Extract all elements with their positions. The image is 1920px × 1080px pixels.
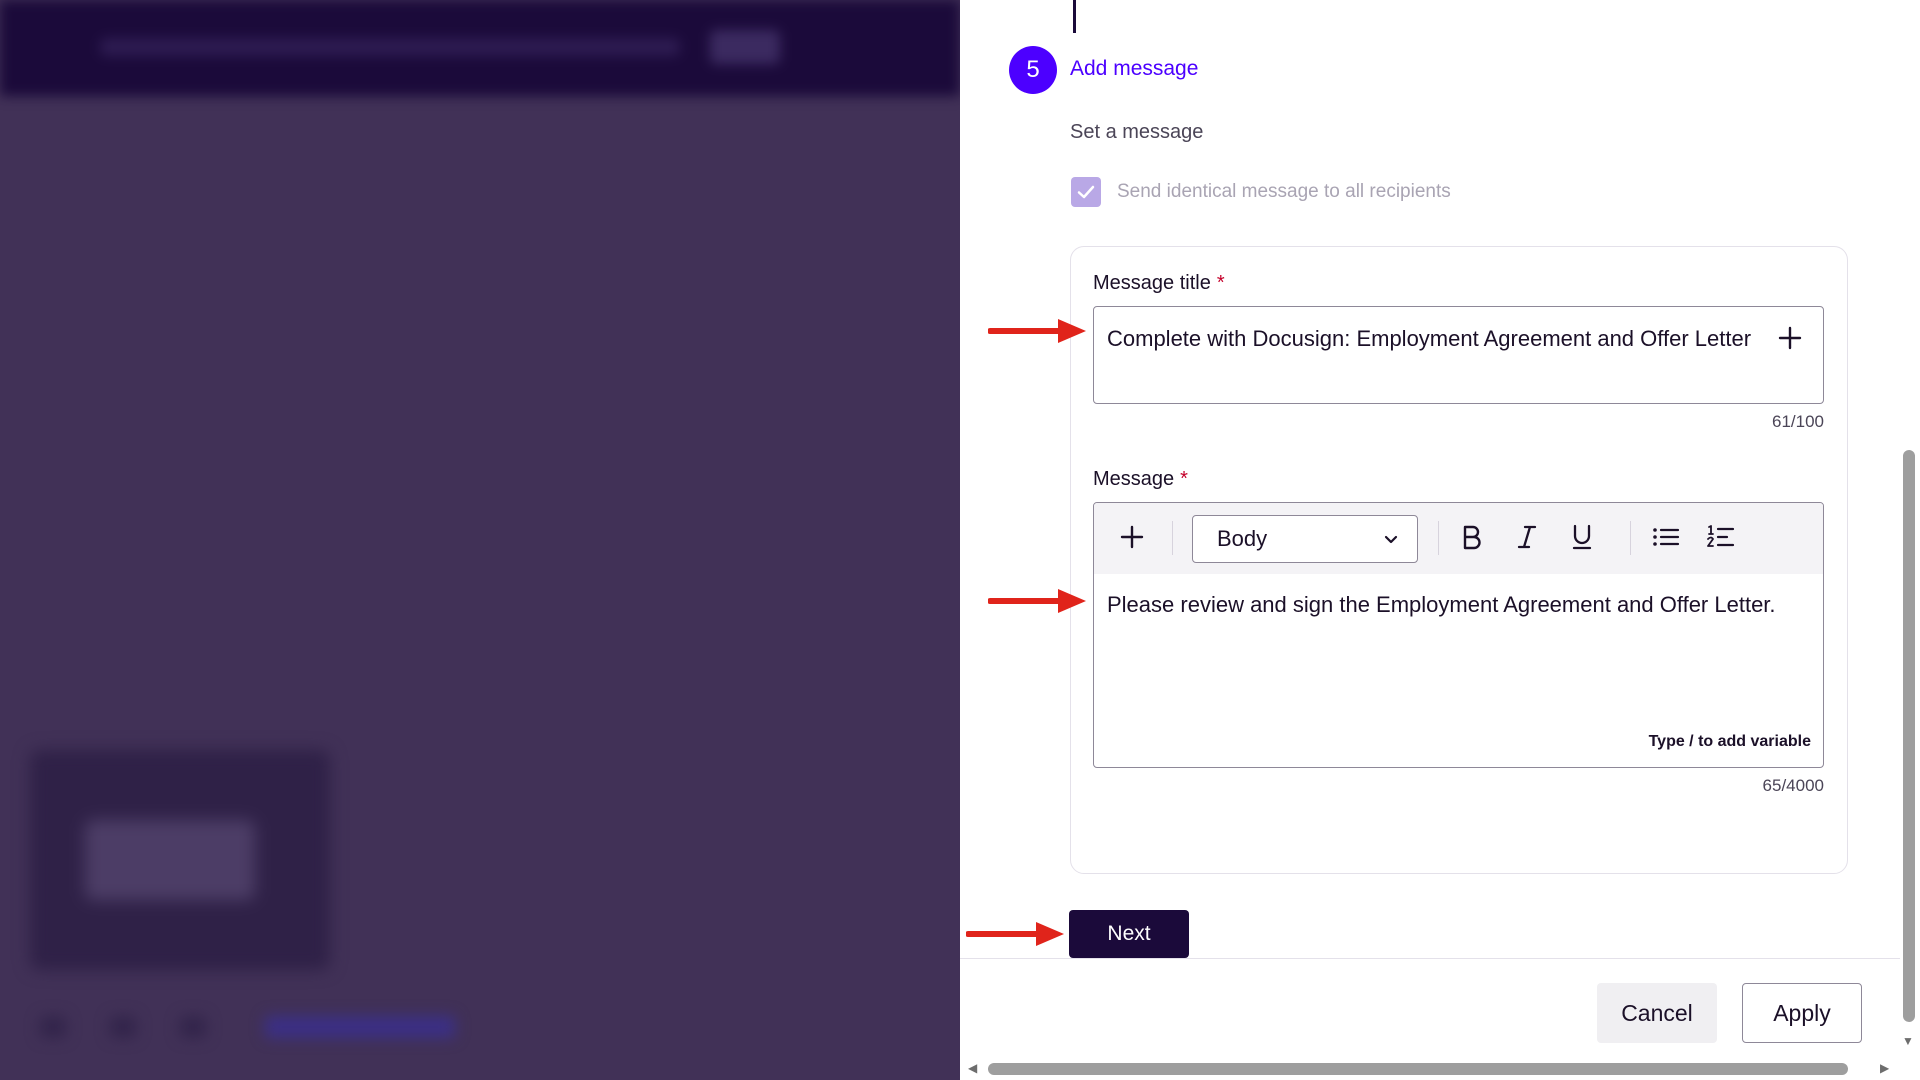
message-title-input[interactable]: Complete with Docusign: Employment Agree… bbox=[1093, 306, 1824, 404]
insert-button[interactable] bbox=[1114, 519, 1150, 555]
insert-variable-button[interactable] bbox=[1772, 320, 1808, 356]
scroll-left-arrow-icon[interactable]: ◀ bbox=[968, 1061, 977, 1075]
annotation-arrow-icon bbox=[966, 922, 1064, 946]
italic-icon bbox=[1517, 525, 1537, 549]
message-label: Message * bbox=[1093, 468, 1188, 490]
toolbar-divider bbox=[1630, 521, 1631, 555]
bulleted-list-icon bbox=[1653, 528, 1680, 546]
text-style-value: Body bbox=[1217, 526, 1268, 551]
bold-button[interactable] bbox=[1454, 519, 1490, 555]
message-counter: 65/4000 bbox=[1762, 776, 1824, 795]
background-card bbox=[30, 750, 330, 970]
message-title-label: Message title * bbox=[1093, 272, 1225, 294]
footer-divider bbox=[960, 958, 1900, 959]
required-mark: * bbox=[1180, 468, 1188, 490]
toolbar-divider bbox=[1172, 521, 1173, 555]
checkmark-icon bbox=[1077, 185, 1095, 199]
step-number-badge: 5 bbox=[1009, 46, 1057, 94]
text-style-select[interactable]: Body bbox=[1192, 515, 1418, 563]
vertical-scroll-thumb[interactable] bbox=[1903, 450, 1915, 1022]
message-editor: Body Please review and sign the Employme… bbox=[1093, 502, 1824, 768]
chevron-down-icon bbox=[1384, 535, 1398, 544]
background-header bbox=[0, 0, 960, 96]
section-subtitle: Set a message bbox=[1070, 121, 1204, 143]
numbered-list-icon bbox=[1707, 525, 1735, 547]
bold-icon bbox=[1463, 525, 1481, 550]
italic-button[interactable] bbox=[1509, 519, 1545, 555]
background-button bbox=[710, 30, 780, 64]
annotation-arrow-icon bbox=[988, 319, 1086, 343]
annotation-arrow-icon bbox=[988, 589, 1086, 613]
message-title-counter: 61/100 bbox=[1772, 412, 1824, 431]
background-app bbox=[0, 0, 960, 1080]
identical-message-label: Send identical message to all recipients bbox=[1117, 181, 1451, 202]
horizontal-scroll-thumb[interactable] bbox=[988, 1063, 1848, 1075]
step-title: Add message bbox=[1070, 57, 1199, 80]
variable-hint: Type / to add variable bbox=[1648, 733, 1811, 750]
step-connector-line bbox=[1073, 0, 1076, 33]
apply-button[interactable]: Apply bbox=[1742, 983, 1862, 1043]
message-body-text[interactable]: Please review and sign the Employment Ag… bbox=[1107, 587, 1797, 623]
toolbar-divider bbox=[1438, 521, 1439, 555]
identical-message-checkbox[interactable] bbox=[1071, 177, 1101, 207]
bulleted-list-button[interactable] bbox=[1648, 519, 1684, 555]
underline-icon bbox=[1572, 524, 1592, 550]
identical-message-option: Send identical message to all recipients bbox=[1071, 177, 1451, 207]
cancel-button[interactable]: Cancel bbox=[1597, 983, 1717, 1043]
scroll-right-arrow-icon[interactable]: ▶ bbox=[1880, 1061, 1889, 1075]
numbered-list-button[interactable] bbox=[1703, 519, 1739, 555]
background-search bbox=[100, 38, 680, 56]
plus-icon bbox=[1778, 326, 1802, 350]
required-mark: * bbox=[1216, 272, 1225, 294]
scroll-down-arrow-icon[interactable]: ▼ bbox=[1902, 1034, 1914, 1048]
background-footer bbox=[40, 1010, 460, 1040]
underline-button[interactable] bbox=[1564, 519, 1600, 555]
plus-icon bbox=[1120, 525, 1144, 549]
editor-toolbar: Body bbox=[1094, 503, 1823, 574]
next-button[interactable]: Next bbox=[1069, 910, 1189, 958]
